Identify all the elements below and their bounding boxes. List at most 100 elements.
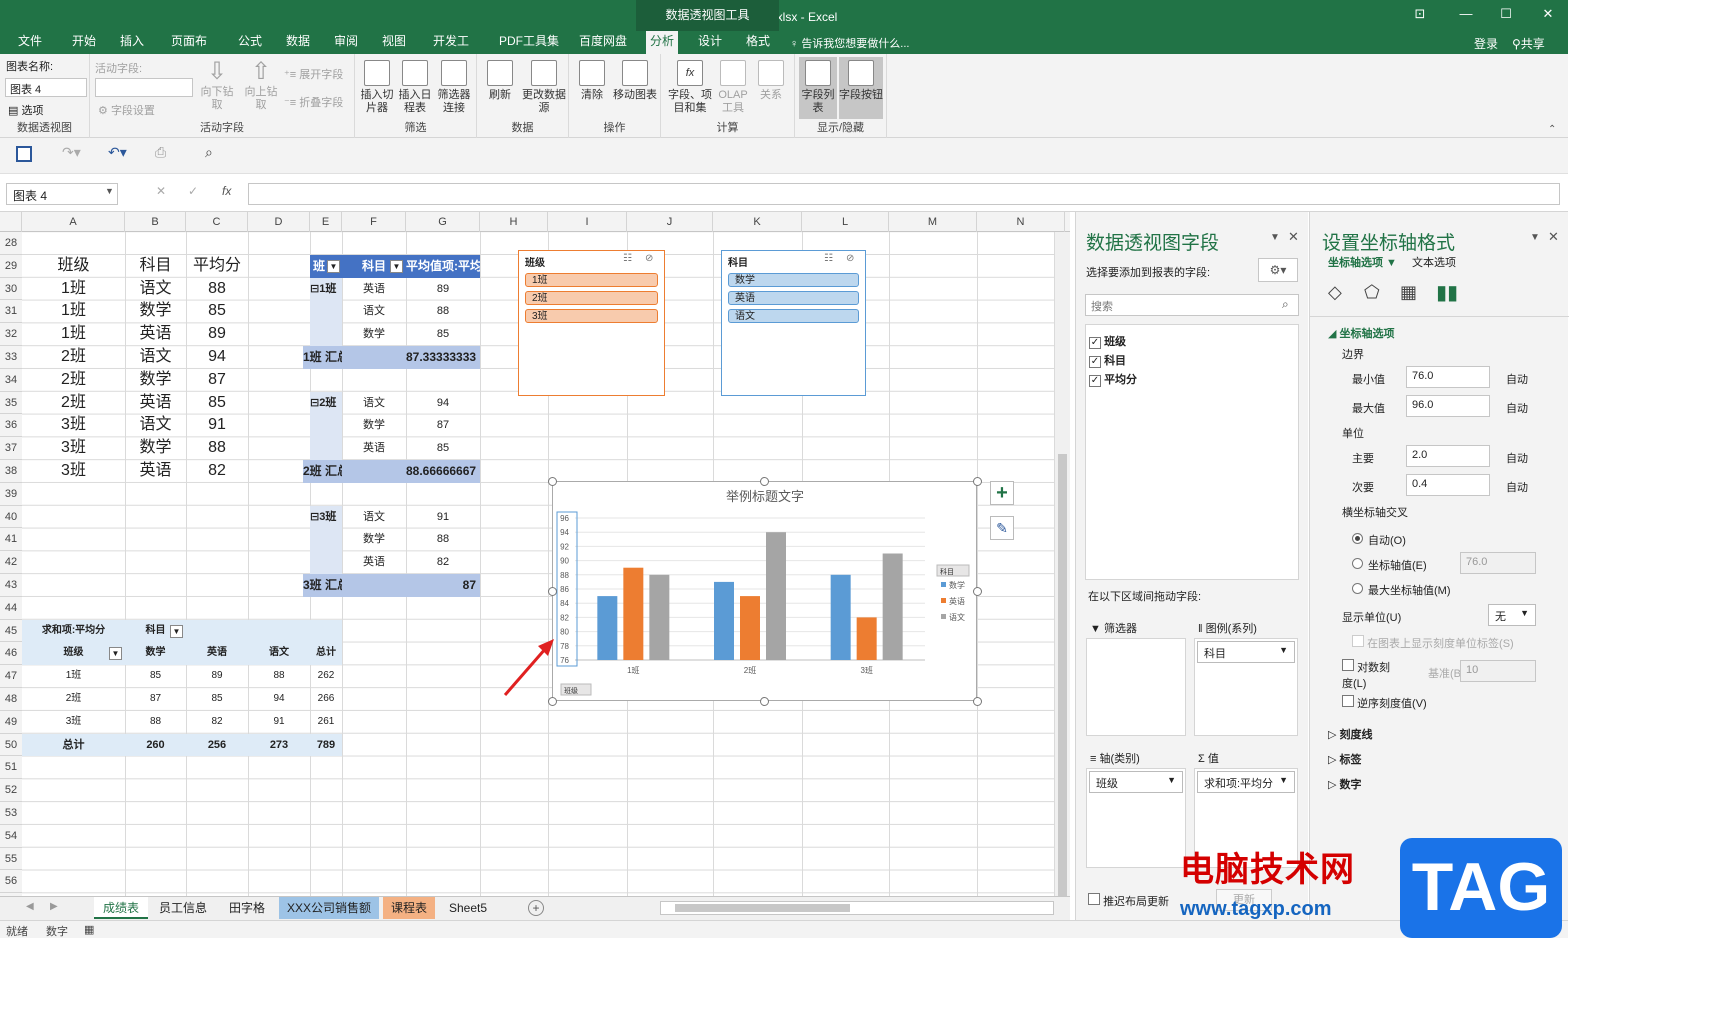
field-checkbox-score[interactable]: ✓ 平均分 — [1089, 371, 1137, 387]
table-cell[interactable]: 2班 — [22, 346, 125, 369]
pivot2-cell[interactable]: 88 — [248, 665, 310, 688]
axis-options-section[interactable]: ◢ 坐标轴选项 — [1328, 325, 1395, 341]
menu-tab[interactable]: 页面布局 — [166, 31, 212, 69]
pivot2-cell[interactable]: 2班 — [22, 688, 125, 711]
table-cell[interactable]: 英语 — [125, 392, 186, 415]
pivot-row-label[interactable]: ⊟3班 — [310, 505, 342, 529]
column-header[interactable]: J — [627, 212, 713, 232]
row-header[interactable]: 48 — [0, 688, 22, 711]
pivot2-cell[interactable]: 88 — [125, 711, 186, 734]
column-header[interactable]: K — [713, 212, 802, 232]
minor-unit-input[interactable]: 0.4 — [1406, 474, 1490, 496]
fill-line-icon[interactable]: ◇ — [1328, 282, 1342, 303]
row-header[interactable]: 54 — [0, 825, 22, 848]
table-header[interactable]: 班级 — [22, 255, 125, 278]
multiselect-icon[interactable]: ☷ — [824, 253, 833, 264]
relations-button[interactable]: 关系 — [753, 60, 789, 102]
pivot2-title[interactable]: 求和项:平均分 — [22, 619, 125, 643]
pivot-row-label[interactable] — [310, 414, 342, 438]
table-cell[interactable]: 数学 — [125, 300, 186, 323]
column-header[interactable]: D — [248, 212, 310, 232]
column-header[interactable]: C — [186, 212, 248, 232]
field-checkbox-class[interactable]: ✓ 班级 — [1089, 333, 1126, 349]
insert-slicer-button[interactable]: 插入切片器 — [359, 60, 395, 115]
insert-timeline-button[interactable]: 插入日程表 — [397, 60, 433, 115]
row-header[interactable]: 38 — [0, 460, 22, 483]
table-header[interactable]: 科目 — [125, 255, 186, 278]
pivot2-cell[interactable]: 87 — [125, 688, 186, 711]
pivot2-cell[interactable]: 89 — [186, 665, 248, 688]
redo-icon[interactable]: ↷▾ — [62, 144, 81, 161]
clear-filter-icon[interactable]: ⊘ — [846, 253, 854, 264]
clear-filter-icon[interactable]: ⊘ — [645, 253, 653, 264]
table-cell[interactable]: 1班 — [22, 278, 125, 301]
add-sheet-button[interactable]: + — [528, 900, 544, 916]
row-header[interactable]: 35 — [0, 392, 22, 415]
menu-tab[interactable]: PDF工具集 — [498, 31, 560, 54]
cell[interactable] — [186, 619, 248, 643]
field-list-button[interactable]: 字段列表 — [799, 57, 837, 119]
column-header[interactable]: M — [889, 212, 977, 232]
number-section[interactable]: ▷ 数字 — [1328, 776, 1362, 792]
table-cell[interactable]: 3班 — [22, 437, 125, 460]
column-header[interactable]: E — [310, 212, 342, 232]
row-header[interactable]: 39 — [0, 483, 22, 506]
sheet-tab[interactable]: XXX公司销售额 — [279, 897, 379, 919]
pivot-cell[interactable]: 语文 — [342, 392, 406, 415]
table-cell[interactable]: 1班 — [22, 300, 125, 323]
row-header[interactable]: 33 — [0, 346, 22, 369]
pivot2-total[interactable]: 256 — [186, 733, 248, 757]
close-button[interactable]: ✕ — [1538, 6, 1558, 24]
axis-area[interactable]: 班级 ▼ — [1086, 768, 1186, 868]
table-cell[interactable]: 85 — [186, 300, 248, 323]
menu-tab[interactable]: 分析 — [646, 31, 678, 54]
expand-field-button[interactable]: ⁺≡ 展开字段 — [284, 66, 343, 82]
cross-value-radio[interactable] — [1352, 558, 1363, 569]
table-cell[interactable]: 3班 — [22, 414, 125, 437]
row-header[interactable]: 40 — [0, 506, 22, 529]
table-cell[interactable]: 英语 — [125, 323, 186, 346]
row-header[interactable]: 29 — [0, 255, 22, 278]
table-cell[interactable]: 91 — [186, 414, 248, 437]
pivot2-header[interactable]: 数学 — [125, 642, 186, 666]
vertical-scrollbar[interactable] — [1054, 232, 1070, 934]
values-field-dropdown[interactable]: 求和项:平均分 ▼ — [1197, 771, 1295, 793]
pivot2-cell[interactable]: 1班 — [22, 665, 125, 688]
slicer-item[interactable]: 英语 — [728, 291, 859, 305]
refresh-button[interactable]: 刷新 — [481, 60, 519, 102]
table-cell[interactable]: 3班 — [22, 460, 125, 483]
collapse-field-button[interactable]: ⁻≡ 折叠字段 — [284, 94, 343, 110]
menu-tab[interactable]: 开始 — [70, 31, 98, 54]
pivot-value[interactable]: 87 — [406, 414, 480, 437]
pivot2-header[interactable]: 英语 — [186, 642, 248, 666]
show-units-checkbox[interactable]: 在图表上显示刻度单位标签(S) — [1352, 635, 1514, 651]
table-cell[interactable]: 88 — [186, 278, 248, 301]
maximize-button[interactable]: ☐ — [1496, 6, 1516, 24]
row-header[interactable]: 46 — [0, 642, 22, 666]
pivot-value[interactable]: 85 — [406, 437, 480, 460]
column-header[interactable]: F — [342, 212, 406, 232]
pivot2-cell[interactable]: 94 — [248, 688, 310, 711]
row-header[interactable]: 45 — [0, 620, 22, 643]
major-unit-input[interactable]: 2.0 — [1406, 445, 1490, 467]
table-cell[interactable]: 语文 — [125, 278, 186, 301]
clear-button[interactable]: 清除 — [573, 60, 611, 102]
change-source-button[interactable]: 更改数据源 — [521, 60, 567, 115]
sheet-tab[interactable]: 成绩表 — [94, 897, 148, 919]
pivot-row-label[interactable] — [310, 528, 342, 552]
cell[interactable] — [248, 619, 310, 643]
field-checkbox-subject[interactable]: ✓ 科目 — [1089, 352, 1126, 368]
pivot-value[interactable]: 88 — [406, 300, 480, 323]
menu-tab[interactable]: 格式 — [744, 31, 772, 54]
fields-items-button[interactable]: fx 字段、项目和集 — [665, 60, 715, 115]
row-header[interactable]: 51 — [0, 756, 22, 780]
menu-tab[interactable]: 审阅 — [332, 31, 360, 54]
row-header[interactable]: 37 — [0, 437, 22, 460]
pivot2-cell[interactable]: 266 — [310, 688, 342, 711]
cell[interactable] — [310, 619, 342, 643]
print-preview-icon[interactable]: ⌕ — [205, 144, 213, 161]
login-link[interactable]: 登录 — [1474, 35, 1498, 52]
pivot-row-label[interactable] — [310, 323, 342, 346]
row-header[interactable]: 49 — [0, 711, 22, 734]
axis-options-tab[interactable]: 坐标轴选项 ▼ — [1328, 254, 1397, 270]
